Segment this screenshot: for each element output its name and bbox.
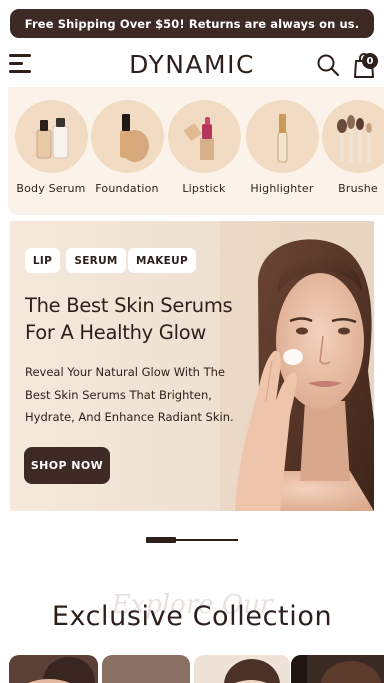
category-label: Foundation: [95, 182, 159, 195]
site-header: DYNAMIC 0: [0, 40, 384, 88]
category-image: [245, 100, 319, 173]
collection-card[interactable]: [194, 655, 290, 683]
hero-banner: LIP SERUM MAKEUP The Best Skin Serums Fo…: [10, 221, 374, 511]
tag-makeup[interactable]: MAKEUP: [128, 248, 196, 273]
search-icon[interactable]: [316, 53, 340, 77]
announcement-bar: Free Shipping Over $50! Returns are alwa…: [10, 9, 374, 38]
category-item-lipstick[interactable]: Lipstick: [164, 100, 244, 195]
category-item-highlighter[interactable]: Highlighter: [242, 100, 322, 195]
collection-heading: Explore Our Exclusive Collection: [0, 588, 384, 638]
category-image: [321, 100, 384, 173]
collection-card[interactable]: [291, 655, 384, 683]
section-title: Exclusive Collection: [51, 601, 333, 632]
category-label: Body Serum: [16, 182, 86, 195]
category-label: Brushe: [338, 182, 378, 195]
category-image: [90, 100, 164, 173]
category-label: Highlighter: [250, 182, 314, 195]
category-item-foundation[interactable]: Foundation: [87, 100, 167, 195]
tag-serum[interactable]: SERUM: [66, 248, 126, 273]
hero-description: Reveal Your Natural Glow With The Best S…: [25, 365, 234, 424]
category-image: [167, 100, 241, 173]
slider-pagination: [146, 537, 240, 543]
tag-lip[interactable]: LIP: [25, 248, 60, 273]
category-item-body-serum[interactable]: Body Serum: [11, 100, 91, 195]
collection-card[interactable]: [102, 655, 190, 683]
shop-now-button[interactable]: SHOP NOW: [24, 447, 110, 484]
collection-card[interactable]: [9, 655, 98, 683]
category-strip: Body Serum Foundation Lipstick Highlight…: [8, 87, 384, 215]
cart-count-badge: 0: [362, 53, 378, 69]
category-image: [14, 100, 88, 173]
category-item-brushes[interactable]: Brushe: [318, 100, 384, 195]
slide-indicator-track[interactable]: [176, 539, 238, 541]
category-label: Lipstick: [182, 182, 226, 195]
hero-title: The Best Skin Serums For A Healthy Glow: [25, 294, 233, 344]
slide-indicator-active[interactable]: [146, 537, 176, 543]
announcement-text: Free Shipping Over $50! Returns are alwa…: [24, 16, 360, 31]
